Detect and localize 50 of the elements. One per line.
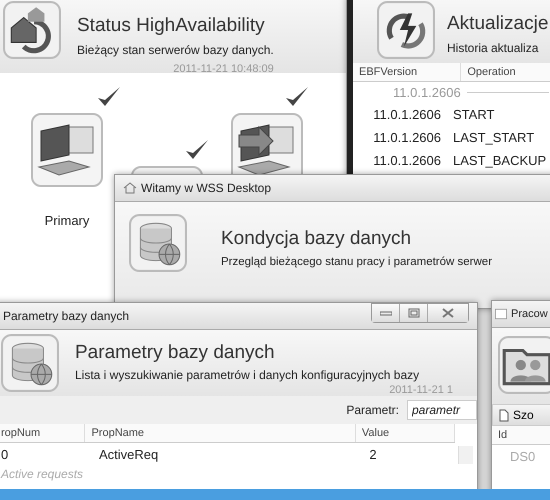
table-cell-text: LAST_BACKUP [452,152,548,170]
table-cell: 2 [355,442,454,466]
window-subtitle-heading: Kondycja bazy danych [221,228,412,250]
document-icon [499,408,509,422]
table-cell-text: 11.0.1.2606 [372,152,442,170]
table-cell: 0 [0,442,85,466]
column-header[interactable]: Value [355,424,454,442]
column-header[interactable]: ropNum [0,424,85,442]
update-arrows-icon [377,1,435,59]
window-title: Status HighAvailability [77,15,266,37]
server-label: Primary [44,213,90,228]
window-title: Pracow [511,308,548,320]
table-cell-text: START [452,106,496,124]
folder-people-icon [498,336,550,394]
column-header[interactable]: PropName [84,424,356,442]
table-cell: ActiveReq [84,442,356,466]
table-cell-text: LAST_START [452,129,536,147]
column-header[interactable]: Operation [460,63,550,82]
filter-label: Parametr: [346,403,399,417]
row-description: Active requests [1,467,84,481]
parameter-field[interactable]: parametr [407,400,477,420]
window-title: Witamy w WSS Desktop [141,181,272,195]
window-subtitle: Bieżący stan serwerów bazy danych. [77,43,274,57]
computer-arrow-icon[interactable] [231,113,303,174]
database-globe-icon [129,214,187,272]
table-cell-text: 11.0.1.2606 [372,129,442,147]
minimize-button[interactable] [372,304,400,322]
scrollbar[interactable] [458,446,473,464]
house-icon [123,182,137,194]
window-icon [495,308,507,320]
table-cell-text: 11.0.1.2606 [372,106,442,124]
window-heading: Parametry bazy danych [75,342,276,364]
database-globe-icon [1,334,59,392]
close-button[interactable] [428,304,468,322]
window-subtitle: Przegląd bieżącego stanu pracy i parametrów serwer [221,256,492,268]
window-title: Aktualizacje [447,13,547,35]
window-subtitle: Lista i wyszukiwanie parametrów i danych konfiguracyjnych bazy [75,368,420,382]
column-header[interactable]: EBFVersion [353,63,461,82]
column-header[interactable]: Id [492,426,550,444]
window-subtitle: Historia aktualiza [447,41,540,55]
table-cell: DS0 [492,444,550,468]
maximize-button[interactable] [400,304,428,322]
window-title: Parametry bazy danych [3,309,130,323]
timestamp: 2011-11-21 1 [389,384,453,396]
toolbar-button[interactable]: Szo [492,404,550,426]
house-sync-icon [3,1,61,59]
minimize-icon [380,310,392,316]
maximize-icon [408,308,420,318]
timestamp: 2011-11-21 10:48:09 [173,63,274,75]
close-icon [442,308,454,318]
